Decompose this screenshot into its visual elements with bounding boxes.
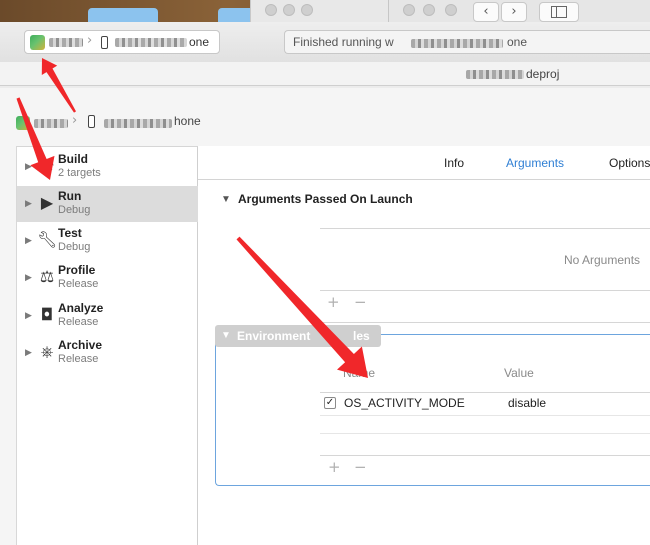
window-control-icon [265,4,277,16]
redacted-scheme-name[interactable] [34,119,68,128]
sidebar-item-label: Analyze [58,301,104,315]
sidebar-item-subtitle: Release [58,316,99,328]
sidebar-item-archive[interactable]: ▶ ⎈ Archive Release [17,335,198,371]
remove-variable-button[interactable]: − [354,458,367,476]
sidebar-item-label: Test [58,226,82,240]
chevron-right-icon: › [87,33,93,48]
divider [320,433,650,434]
iphone-icon [101,36,108,49]
sidebar-item-label: Archive [58,338,103,352]
no-arguments-placeholder: No Arguments [564,253,641,267]
scheme-actions-sidebar: ▶ ⚒ Build 2 targets ▶ ▶ Run Debug ▶ 🔧︎ T… [16,146,198,545]
play-icon: ▶ [40,193,54,212]
toolbar: › one Finished running w one [0,22,650,62]
sidebar-toggle-icon[interactable] [539,2,579,22]
sidebar-item-profile[interactable]: ▶ ⚖ Profile Release [17,260,198,296]
sidebar-item-test[interactable]: ▶ 🔧︎ Test Debug [17,223,198,259]
environment-section-title-end: les [353,329,370,343]
redacted-status [411,39,503,48]
sidebar-item-subtitle: 2 targets [58,167,101,179]
sidebar-item-subtitle: Debug [58,241,91,253]
scheme-editor: › hone ▶ ⚒ Build 2 targets ▶ ▶ Run Debug… [0,88,650,545]
environment-section-title-start: Environment [237,329,311,343]
redacted-device-name[interactable] [104,119,172,128]
status-text: Finished running w [293,35,394,49]
tab-options[interactable]: Options [609,156,650,170]
scheme-selector[interactable]: › one [24,30,220,54]
analyze-icon: ◘ [40,305,54,324]
app-icon [30,35,45,50]
device-name-suffix: hone [174,114,201,128]
front-window-titlebar: ‹ › [388,0,650,24]
sidebar-item-subtitle: Release [58,278,99,290]
column-header-name[interactable]: Name [343,366,375,380]
add-variable-button[interactable]: + [328,458,341,476]
instruments-icon: ⚖ [39,267,55,286]
add-argument-button[interactable]: + [327,293,340,311]
divider [320,228,650,229]
sidebar-item-build[interactable]: ▶ ⚒ Build 2 targets [17,149,198,185]
sidebar-item-label: Run [58,189,82,203]
archive-icon: ⎈ [40,342,54,361]
app-icon [16,116,30,130]
window-zoom-icon[interactable] [445,4,457,16]
disclosure-triangle-icon[interactable]: ▶ [25,310,32,321]
activity-status: Finished running w one [284,30,650,54]
status-suffix: one [507,35,528,49]
table-row[interactable]: ✓ OS_ACTIVITY_MODE disable [320,393,650,415]
redacted-device-name [115,38,187,47]
tab-info[interactable]: Info [444,156,464,170]
variable-name[interactable]: OS_ACTIVITY_MODE [344,396,465,410]
sidebar-item-label: Profile [58,263,96,277]
redacted-project-name [466,70,524,79]
tab-arguments[interactable]: Arguments [506,156,564,170]
run-action-detail: Info Arguments Options ▼ Arguments Passe… [198,146,650,545]
window-title-bar: deproj [0,62,650,86]
disclosure-triangle-icon[interactable]: ▶ [25,161,32,172]
divider [320,322,650,323]
column-header-value[interactable]: Value [504,366,534,380]
remove-argument-button[interactable]: − [354,293,367,311]
chevron-right-icon: › [72,113,78,128]
window-control-icon [301,4,313,16]
sidebar-item-analyze[interactable]: ▶ ◘ Analyze Release [17,298,198,334]
window-close-icon[interactable] [403,4,415,16]
disclosure-triangle-icon[interactable]: ▼ [221,194,231,205]
divider [320,415,650,416]
sidebar-item-label: Build [58,152,88,166]
hammer-icon: ⚒ [39,156,55,175]
scheme-breadcrumb: › hone [0,88,650,146]
iphone-icon [88,115,95,128]
redacted-scheme-name [49,38,83,47]
variable-value[interactable]: disable [508,396,546,410]
window-minimize-icon[interactable] [423,4,435,16]
disclosure-triangle-icon[interactable]: ▶ [25,235,32,246]
disclosure-triangle-icon[interactable]: ▶ [25,347,32,358]
disclosure-triangle-icon[interactable]: ▶ [25,198,32,209]
environment-section-header[interactable]: ▼ Environment les [215,325,381,347]
environment-variables-group: ▼ Environment les Name Value ✓ OS_ACTIVI… [215,325,650,486]
enabled-checkbox[interactable]: ✓ [324,397,336,409]
sidebar-item-subtitle: Release [58,353,99,365]
divider [320,290,650,291]
device-name-suffix: one [189,35,210,49]
chevron-right-icon[interactable]: › [501,2,527,22]
disclosure-triangle-icon[interactable]: ▼ [221,330,231,341]
arguments-section-title: Arguments Passed On Launch [238,192,413,206]
sidebar-item-run[interactable]: ▶ ▶ Run Debug [17,186,198,222]
project-name-suffix: deproj [526,67,560,81]
chevron-left-icon[interactable]: ‹ [473,2,499,22]
sidebar-item-subtitle: Debug [58,204,91,216]
wrench-icon: 🔧︎ [37,230,58,249]
divider [320,455,650,456]
disclosure-triangle-icon[interactable]: ▶ [25,272,32,283]
window-control-icon [283,4,295,16]
tab-bar: Info Arguments Options [198,146,650,180]
